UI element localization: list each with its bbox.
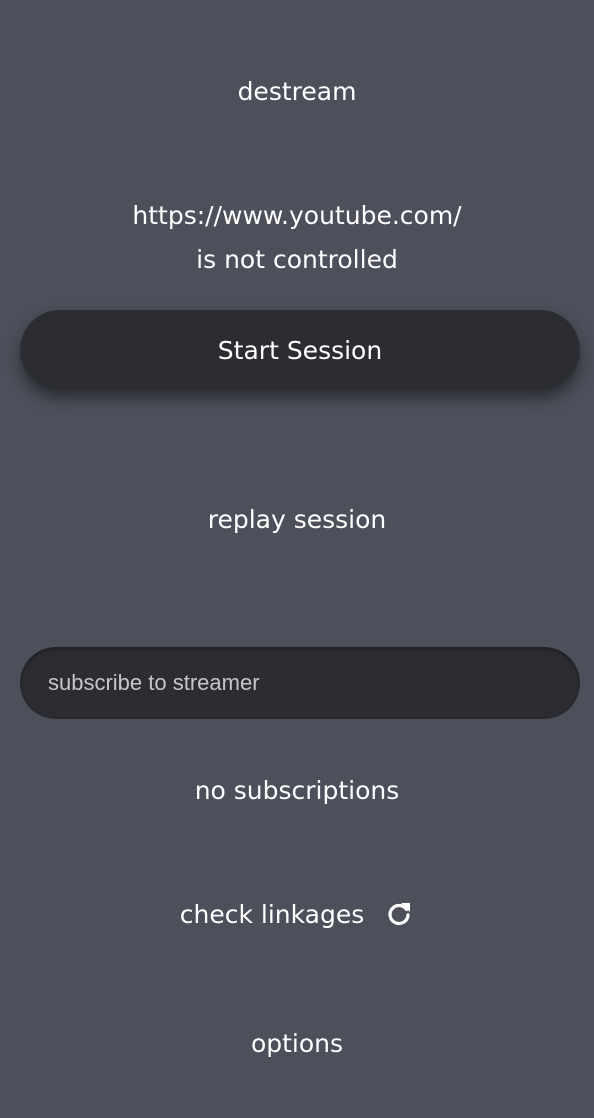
subscribe-input[interactable]: [20, 647, 580, 719]
subscriptions-empty-text: no subscriptions: [194, 776, 400, 805]
refresh-icon[interactable]: [384, 900, 414, 930]
start-session-button[interactable]: Start Session: [20, 310, 580, 390]
current-url: https://www.youtube.com/: [132, 201, 462, 230]
control-status: is not controlled: [196, 245, 398, 274]
check-linkages-button[interactable]: check linkages: [0, 900, 594, 930]
app-title: destream: [237, 77, 357, 106]
options-link[interactable]: options: [0, 1029, 594, 1059]
replay-session-link[interactable]: replay session: [0, 505, 594, 535]
check-linkages-label: check linkages: [179, 900, 365, 929]
